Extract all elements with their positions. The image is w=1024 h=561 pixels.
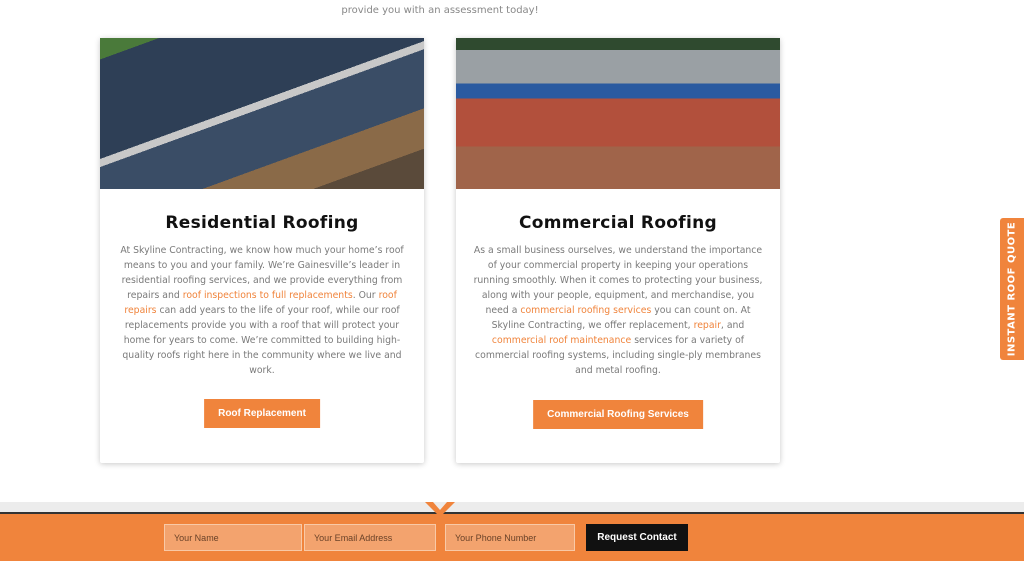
divider-band [0, 502, 1024, 514]
roof-replacement-button[interactable]: Roof Replacement [204, 399, 320, 428]
chevron-logo-icon [425, 502, 455, 514]
request-contact-button[interactable]: Request Contact [586, 524, 688, 551]
repair-link[interactable]: repair [694, 320, 721, 331]
tab-label: INSTANT ROOF QUOTE [1006, 221, 1018, 357]
text: , and [720, 320, 745, 331]
text: . Our [352, 290, 379, 301]
text: can add years to the life of your roof, … [122, 305, 402, 376]
instant-roof-quote-tab[interactable]: INSTANT ROOF QUOTE [1000, 218, 1024, 360]
commercial-roof-image [456, 38, 780, 189]
commercial-card: Commercial Roofing As a small business o… [456, 38, 780, 463]
card-title: Commercial Roofing [519, 213, 717, 233]
email-input[interactable] [304, 524, 436, 551]
residential-card: Residential Roofing At Skyline Contracti… [100, 38, 424, 463]
residential-roof-image [100, 38, 424, 189]
card-title: Residential Roofing [165, 213, 359, 233]
commercial-roof-maintenance-link[interactable]: commercial roof maintenance [492, 335, 631, 346]
intro-text: provide you with an assessment today! [341, 5, 539, 16]
contact-bar: Request Contact [0, 514, 1024, 561]
card-text: As a small business ourselves, we unders… [470, 243, 766, 378]
name-input[interactable] [164, 524, 302, 551]
roof-inspections-link[interactable]: roof inspections to full replacements [183, 290, 353, 301]
card-text: At Skyline Contracting, we know how much… [114, 243, 410, 378]
phone-input[interactable] [445, 524, 575, 551]
commercial-roofing-services-link[interactable]: commercial roofing services [520, 305, 651, 316]
commercial-roofing-services-button[interactable]: Commercial Roofing Services [533, 400, 703, 429]
